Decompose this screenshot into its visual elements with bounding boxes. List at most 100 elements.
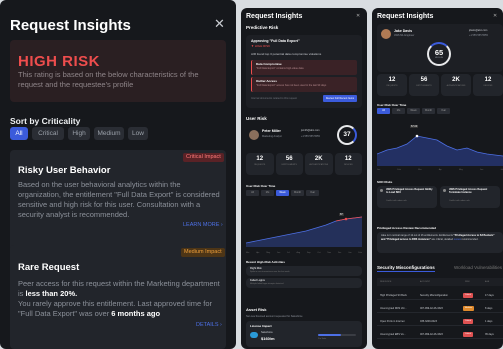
- tab-mo[interactable]: Mo: [392, 108, 405, 114]
- risk-description: This rating is based on the below charac…: [18, 70, 199, 89]
- stat-label: REQUESTS: [254, 164, 266, 166]
- axis-label: Jun: [276, 252, 281, 254]
- section-user-risk: User Risk: [246, 116, 267, 121]
- axis-label: May: [266, 252, 271, 254]
- stat-label: ENTITLEMENTS: [281, 164, 297, 166]
- risk-score-label: MEDIUM: [434, 57, 444, 59]
- card-body: Based on the user behavioral analytics w…: [18, 180, 220, 219]
- review-link[interactable]: review: [454, 238, 461, 241]
- recent-activity-item[interactable]: Failed Logins Multiple failed login atte…: [246, 278, 362, 288]
- tab-mo[interactable]: Mo: [261, 190, 274, 196]
- sod-risk-card[interactable]: AWS Privileged Access Request Ability to…: [377, 186, 437, 208]
- month-axis: Mar Apr May Jun Jul Aug Sep Oct Nov Dec Jan Feb: [246, 252, 362, 254]
- tab-week[interactable]: Week: [276, 190, 289, 196]
- tab-month[interactable]: Month: [422, 108, 435, 114]
- axis-label: May: [459, 169, 463, 171]
- sod-risk-card[interactable]: AWS Privileged Access Request Terminate …: [440, 186, 500, 208]
- stat-value: 12: [484, 77, 492, 83]
- sod-title-text: AWS Privileged Access Request Terminate …: [449, 188, 488, 194]
- section-asset-risk: Asset Risk: [246, 307, 267, 312]
- request-insights-panel-predictive: Request Insights ✕ Predictive Risk Appro…: [241, 8, 367, 349]
- cell-resource: Open Ports in Internet: [380, 320, 405, 323]
- stat-label: REQUESTS: [386, 85, 398, 87]
- tab-all[interactable]: All: [246, 190, 259, 196]
- recent-activity-item[interactable]: Flight Risk Spike in user transactions o…: [246, 266, 362, 276]
- pa-review-card: Jake is in normal range of 12 out of 16 …: [377, 232, 503, 253]
- review-button[interactable]: Review Full Recent Items: [323, 95, 357, 102]
- cell-age: 35 days: [485, 333, 494, 336]
- user-email: jsmith@abc.com: [301, 129, 320, 132]
- col-risk: RISK: [465, 281, 470, 283]
- cell-risk: Critical: [463, 332, 474, 337]
- license-bar-fill: [318, 334, 341, 336]
- table-row[interactable]: Open Ports in Internet 035-3209-0023 Cri…: [377, 317, 503, 326]
- stat-value: 12: [256, 156, 264, 162]
- cell-account: Security Misconfiguration: [420, 294, 448, 297]
- filter-low[interactable]: Low: [128, 127, 148, 140]
- details-link[interactable]: DETAILS ›: [196, 322, 222, 328]
- user-risk-chart: [377, 134, 503, 166]
- card-title: Risky User Behavior: [18, 165, 111, 176]
- sod-title-text: AWS Privileged Access Request Ability to…: [386, 188, 433, 194]
- user-role: AWS ML Engineer: [394, 34, 415, 37]
- sod-sub: Conflict with admin role: [386, 200, 407, 202]
- filter-high[interactable]: High: [68, 127, 90, 140]
- sod-sub: Conflict with admin role: [449, 200, 470, 202]
- table-row[interactable]: High Privileged S3 Buck Security Misconf…: [377, 291, 503, 300]
- stat-card: 2K AUTHENTICATIONS: [305, 153, 333, 175]
- axis-label: Aug: [296, 252, 301, 254]
- stat-label: AUTHENTICATIONS: [446, 85, 466, 87]
- close-icon[interactable]: ✕: [214, 16, 225, 32]
- learn-more-link[interactable]: LEARN MORE ›: [183, 222, 223, 228]
- tab-year[interactable]: Year: [437, 108, 450, 114]
- stat-card: 12 DEVICES: [334, 153, 362, 175]
- table-row[interactable]: Unencrypted RDS Vol... 007-999-42-26-332…: [377, 304, 503, 313]
- stat-value: 2K: [314, 156, 323, 162]
- item-title: Data Compromise: [256, 62, 282, 66]
- stat-value: 56: [285, 156, 293, 162]
- table-row[interactable]: Unencrypted EBS Vo... 007-999-42-26-3323…: [377, 330, 503, 339]
- axis-label: Feb: [397, 169, 401, 171]
- item-title: Outlier Access: [256, 79, 277, 83]
- cell-account: 007-999-42-26-3323: [420, 333, 443, 336]
- license-cost: $160/m: [261, 336, 275, 341]
- user-email: jdavis@abc.com: [469, 29, 488, 32]
- medium-impact-badge: Medium Impact: [181, 248, 225, 257]
- tab-month[interactable]: Month: [291, 190, 304, 196]
- stat-label: DEVICES: [343, 164, 353, 166]
- user-name: Jake Davis: [394, 29, 413, 33]
- cell-account: 035-3209-0023: [420, 320, 437, 323]
- violation-item-1: Data Compromise "Full Data Export" conta…: [251, 60, 357, 75]
- tab-week[interactable]: Week: [407, 108, 420, 114]
- risk-score-gauge: 37: [337, 125, 357, 145]
- panel-title: Request Insights: [10, 17, 131, 34]
- close-icon[interactable]: ✕: [356, 13, 360, 19]
- tab-all[interactable]: All: [377, 108, 390, 114]
- tab-year[interactable]: Year: [306, 190, 319, 196]
- activity-sub: Multiple failed login attempts detected: [250, 283, 284, 285]
- close-icon[interactable]: ✕: [493, 13, 497, 19]
- chart-tabs: All Mo Week Month Year: [246, 190, 319, 196]
- body-bold-2: 6 months ago: [111, 309, 161, 318]
- axis-label: Oct: [317, 252, 321, 254]
- col-resource: RESOURCE: [380, 281, 392, 283]
- cell-age: 1 days: [485, 320, 493, 323]
- body-bold: less than 20%.: [25, 289, 78, 298]
- cell-resource: Unencrypted RDS Vol...: [380, 307, 407, 310]
- filter-medium[interactable]: Medium: [94, 127, 124, 140]
- tab-workload-vuln[interactable]: Workload Vulnerabilities: [454, 265, 502, 270]
- stat-card: 12 REQUESTS: [377, 74, 407, 96]
- stat-card: 56 ENTITLEMENTS: [275, 153, 303, 175]
- pa-title: Privileged Access Review Recommended: [377, 226, 437, 230]
- user-name: Peter Miller: [262, 129, 281, 133]
- user-risk-chart: [246, 216, 362, 247]
- tab-security-misconfig[interactable]: Security Misconfigurations: [377, 265, 435, 272]
- avatar: [249, 130, 259, 140]
- stat-value: 12: [344, 156, 352, 162]
- cell-account: 007-999-42-26-3323: [420, 307, 443, 310]
- license-bar: [318, 334, 356, 336]
- col-account: ACCOUNT: [420, 281, 430, 283]
- filter-all[interactable]: All: [10, 127, 28, 140]
- filter-critical[interactable]: Critical: [32, 127, 64, 140]
- table-header: RESOURCE ACCOUNT RISK AGE: [377, 278, 503, 286]
